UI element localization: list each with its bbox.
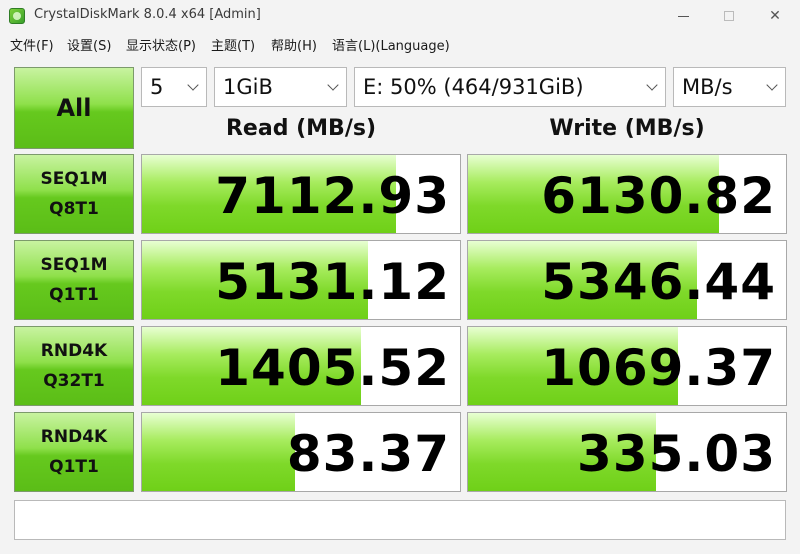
test-button-line1: SEQ1M <box>40 169 108 189</box>
window-title: CrystalDiskMark 8.0.4 x64 [Admin] <box>34 7 261 22</box>
write-result-seq1m-q8t1: 6130.82 <box>467 154 787 234</box>
read-bar <box>142 413 295 491</box>
test-button-line1: RND4K <box>40 341 108 361</box>
minimize-button[interactable] <box>660 0 706 32</box>
read-value: 83.37 <box>286 425 450 483</box>
test-size-value: 1GiB <box>223 75 273 99</box>
chevron-down-icon <box>646 79 658 91</box>
chevron-down-icon <box>187 79 199 91</box>
menu-help[interactable]: 帮助(H) <box>271 35 317 54</box>
title-bar: CrystalDiskMark 8.0.4 x64 [Admin] ✕ <box>0 0 800 32</box>
write-value: 1069.37 <box>541 339 776 397</box>
menu-settings[interactable]: 设置(S) <box>67 35 111 54</box>
unit-value: MB/s <box>682 75 733 99</box>
test-button-line1: SEQ1M <box>40 255 108 275</box>
chevron-down-icon <box>766 79 778 91</box>
read-result-rnd4k-q1t1: 83.37 <box>141 412 461 492</box>
unit-select[interactable]: MB/s <box>673 67 786 107</box>
read-result-rnd4k-q32t1: 1405.52 <box>141 326 461 406</box>
write-value: 5346.44 <box>541 253 776 311</box>
menu-language[interactable]: 语言(L)(Language) <box>332 35 450 54</box>
write-result-rnd4k-q32t1: 1069.37 <box>467 326 787 406</box>
menu-display-status[interactable]: 显示状态(P) <box>126 35 196 54</box>
comment-input[interactable] <box>14 500 786 540</box>
close-icon: ✕ <box>769 8 781 24</box>
maximize-button[interactable] <box>706 0 752 32</box>
read-result-seq1m-q1t1: 5131.12 <box>141 240 461 320</box>
test-button-seq1m-q8t1[interactable]: SEQ1M Q8T1 <box>14 154 134 234</box>
test-button-line2: Q1T1 <box>49 285 99 305</box>
menu-bar: 文件(F) 设置(S) 显示状态(P) 主题(T) 帮助(H) 语言(L)(La… <box>0 32 800 56</box>
test-button-line1: RND4K <box>40 427 108 447</box>
test-button-seq1m-q1t1[interactable]: SEQ1M Q1T1 <box>14 240 134 320</box>
test-count-select[interactable]: 5 <box>141 67 207 107</box>
test-button-line2: Q32T1 <box>43 371 105 391</box>
read-result-seq1m-q8t1: 7112.93 <box>141 154 461 234</box>
test-button-line2: Q8T1 <box>49 199 99 219</box>
test-button-rnd4k-q32t1[interactable]: RND4K Q32T1 <box>14 326 134 406</box>
read-column-header: Read (MB/s) <box>225 116 376 141</box>
write-result-rnd4k-q1t1: 335.03 <box>467 412 787 492</box>
chevron-down-icon <box>327 79 339 91</box>
test-button-line2: Q1T1 <box>49 457 99 477</box>
test-size-select[interactable]: 1GiB <box>214 67 347 107</box>
test-button-rnd4k-q1t1[interactable]: RND4K Q1T1 <box>14 412 134 492</box>
drive-select[interactable]: E: 50% (464/931GiB) <box>354 67 666 107</box>
app-icon <box>9 8 25 24</box>
test-count-value: 5 <box>150 75 164 99</box>
menu-file[interactable]: 文件(F) <box>10 35 54 54</box>
read-value: 5131.12 <box>215 253 450 311</box>
write-value: 335.03 <box>577 425 776 483</box>
all-button[interactable]: All <box>14 67 134 149</box>
read-value: 1405.52 <box>215 339 450 397</box>
minimize-icon <box>677 15 689 17</box>
write-column-header: Write (MB/s) <box>549 116 705 141</box>
maximize-icon <box>724 11 734 21</box>
drive-value: E: 50% (464/931GiB) <box>363 75 584 99</box>
read-value: 7112.93 <box>215 167 450 225</box>
write-value: 6130.82 <box>541 167 776 225</box>
close-button[interactable]: ✕ <box>752 0 798 32</box>
write-result-seq1m-q1t1: 5346.44 <box>467 240 787 320</box>
menu-theme[interactable]: 主题(T) <box>211 35 255 54</box>
